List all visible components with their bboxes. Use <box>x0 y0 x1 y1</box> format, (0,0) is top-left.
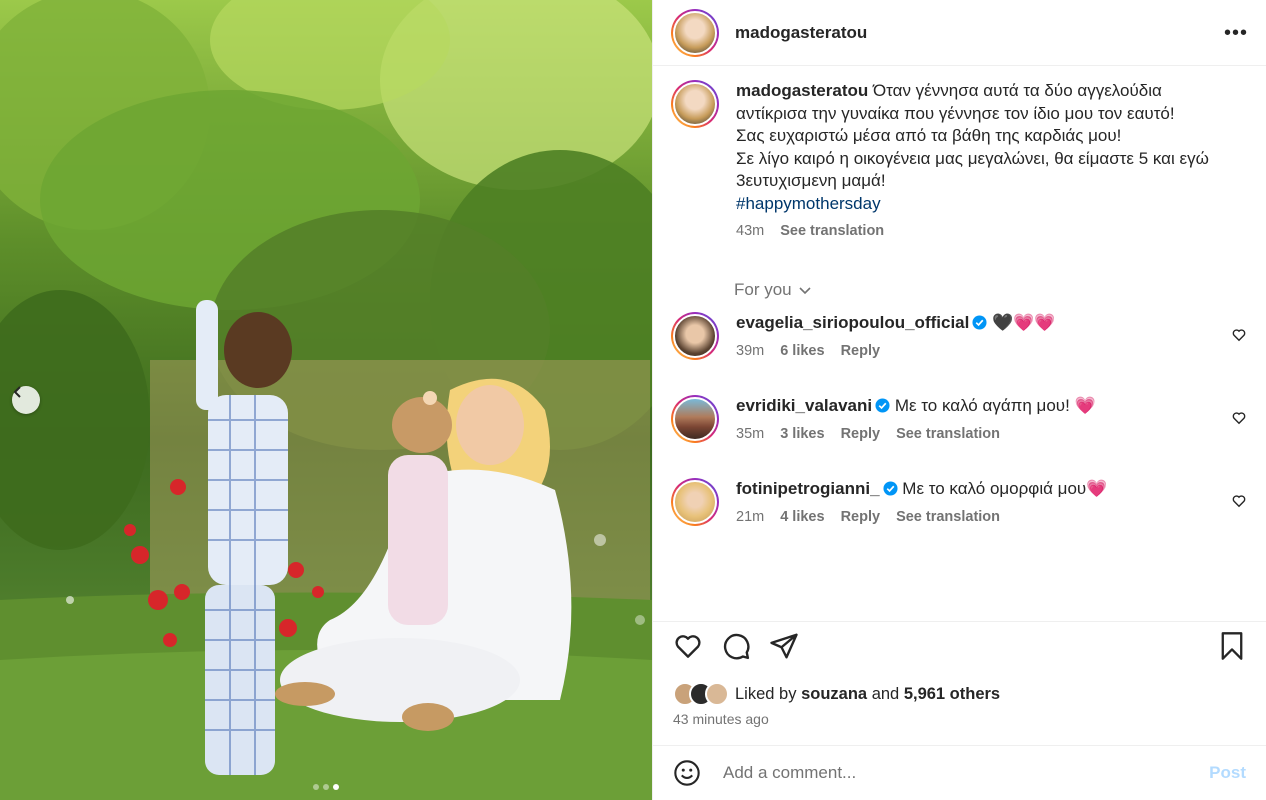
comment-text: Με το καλό αγάπη μου! 💗 <box>894 396 1096 415</box>
liker-avatars <box>673 682 729 706</box>
heart-outline-icon[interactable] <box>1232 411 1246 425</box>
liked-by-prefix: Liked by <box>735 684 797 703</box>
comment-text: Με το καλό ομορφιά μου💗 <box>902 479 1108 498</box>
post-actions: Liked by souzana and 5,961 others 43 min… <box>653 621 1266 746</box>
comment-bubble-icon <box>723 633 750 660</box>
caption-time[interactable]: 43m <box>736 223 764 239</box>
comment-likes[interactable]: 3 likes <box>780 426 824 442</box>
caption-line: αντίκρισα την γυναίκα που γέννησε τον ίδ… <box>736 103 1175 123</box>
comment-text: 🖤💗💗 <box>992 313 1056 332</box>
post-comment-button[interactable]: Post <box>1209 763 1246 783</box>
likes-and: and <box>871 684 900 703</box>
reply-button[interactable]: Reply <box>841 343 881 359</box>
comment-username[interactable]: fotinipetrogianni_ <box>736 479 880 498</box>
post-header: madogasteratou ••• <box>653 0 1266 66</box>
comments-section[interactable]: madogasteratou Όταν γέννησα αυτά τα δύο … <box>653 66 1266 621</box>
comment-time[interactable]: 21m <box>736 509 764 525</box>
paper-plane-icon <box>770 633 798 659</box>
add-comment-bar: Post <box>653 745 1266 800</box>
caption-line: Όταν γέννησα αυτά τα δύο αγγελούδια <box>872 81 1162 100</box>
bookmark-icon <box>1221 632 1243 660</box>
post-side-panel: madogasteratou ••• madogasteratou Όταν γ… <box>652 0 1266 800</box>
heart-outline-icon[interactable] <box>1232 328 1246 342</box>
verified-badge-icon <box>875 398 890 413</box>
share-button[interactable] <box>769 631 799 661</box>
avatar[interactable] <box>671 8 719 57</box>
see-translation-link[interactable]: See translation <box>780 223 884 239</box>
reply-button[interactable]: Reply <box>841 426 881 442</box>
heart-icon <box>675 635 701 658</box>
verified-badge-icon <box>972 315 987 330</box>
like-button[interactable] <box>673 631 703 661</box>
emoji-icon[interactable] <box>673 759 701 787</box>
reply-button[interactable]: Reply <box>841 509 881 525</box>
avatar[interactable] <box>671 395 719 443</box>
verified-badge-icon <box>883 481 898 496</box>
carousel-dot <box>313 784 319 790</box>
carousel-prev-button[interactable] <box>12 386 40 414</box>
post-author-username[interactable]: madogasteratou <box>735 23 867 43</box>
photo-illustration <box>0 0 652 800</box>
caption-line: Σας ευχαριστώ μέσα από τα βάθη της καρδι… <box>736 126 1122 145</box>
carousel-dot-active <box>333 784 339 790</box>
chevron-down-icon <box>799 287 811 295</box>
comment-button[interactable] <box>721 631 751 661</box>
see-translation-link[interactable]: See translation <box>896 509 1000 525</box>
comment-input[interactable] <box>721 762 1210 784</box>
caption-username[interactable]: madogasteratou <box>736 81 868 100</box>
carousel-indicator <box>313 784 339 790</box>
for-you-label: For you <box>734 280 792 299</box>
avatar[interactable] <box>671 80 719 128</box>
avatar[interactable] <box>705 682 729 706</box>
caption-line: Σε λίγο καιρό η οικογένεια μας μεγαλώνει… <box>736 148 1209 168</box>
for-you-filter[interactable]: For you <box>734 280 812 300</box>
likes-summary: Liked by souzana and 5,961 others <box>673 682 1000 706</box>
comment-likes[interactable]: 4 likes <box>780 509 824 525</box>
comment-time[interactable]: 35m <box>736 426 764 442</box>
comment-username[interactable]: evagelia_siriopoulou_official <box>736 313 969 332</box>
comment-likes[interactable]: 6 likes <box>780 343 824 359</box>
save-button[interactable] <box>1218 631 1246 661</box>
heart-outline-icon[interactable] <box>1232 494 1246 508</box>
carousel-dot <box>323 784 329 790</box>
comment-item: evagelia_siriopoulou_official 🖤💗💗 39m 6 … <box>671 312 1254 360</box>
caption-line: 3ευτυχισμενη μαμά! <box>736 171 886 190</box>
post-photo[interactable] <box>0 0 652 800</box>
comment-item: fotinipetrogianni_ Με το καλό ομορφιά μο… <box>671 478 1254 526</box>
hashtag-link[interactable]: #happymothersday <box>736 194 881 213</box>
post-timestamp[interactable]: 43 minutes ago <box>673 711 769 727</box>
more-horizontal-icon[interactable]: ••• <box>1224 23 1248 43</box>
comment-item: evridiki_valavani Με το καλό αγάπη μου! … <box>671 395 1254 443</box>
comment-time[interactable]: 39m <box>736 343 764 359</box>
comment-username[interactable]: evridiki_valavani <box>736 396 872 415</box>
likes-others-link[interactable]: 5,961 others <box>904 685 1000 704</box>
avatar[interactable] <box>671 312 719 360</box>
liker-username[interactable]: souzana <box>801 685 867 704</box>
avatar[interactable] <box>671 478 719 526</box>
see-translation-link[interactable]: See translation <box>896 426 1000 442</box>
post-caption: madogasteratou Όταν γέννησα αυτά τα δύο … <box>671 80 1254 239</box>
chevron-left-icon <box>13 386 21 398</box>
